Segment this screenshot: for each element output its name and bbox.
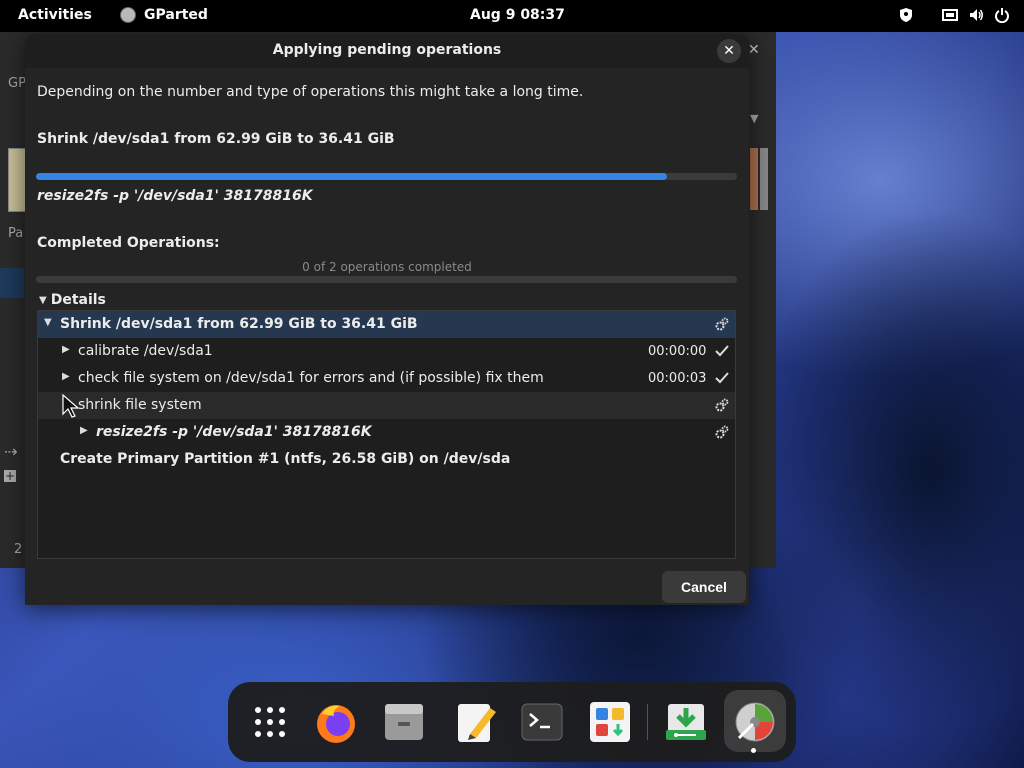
tree-row-step[interactable]: ▼ shrink file system: [38, 392, 735, 419]
firefox-icon[interactable]: [314, 700, 358, 744]
selected-row-fragment: [0, 268, 24, 298]
dropdown-arrow-icon[interactable]: ▼: [750, 112, 758, 125]
dock-separator: [647, 704, 648, 740]
partition-graphic-left: [8, 148, 26, 212]
app-name: GParted: [144, 7, 208, 23]
pending-count-fragment: 2: [14, 542, 23, 557]
mouse-pointer-icon: [62, 394, 80, 418]
tree-row-step[interactable]: ▶ check file system on /dev/sda1 for err…: [38, 365, 735, 392]
system-tray[interactable]: [898, 7, 1010, 23]
current-operation-progress: [36, 173, 737, 180]
running-gears-icon: [714, 397, 730, 417]
success-check-icon: [714, 370, 730, 390]
tree-row-operation[interactable]: ▼ Shrink /dev/sda1 from 62.99 GiB to 36.…: [38, 311, 735, 338]
tree-row-label: Shrink /dev/sda1 from 62.99 GiB to 36.41…: [60, 316, 418, 332]
details-label: Details: [50, 292, 106, 308]
cancel-button[interactable]: Cancel: [662, 571, 746, 603]
close-icon: ✕: [723, 43, 735, 59]
dialog-header: Applying pending operations ✕: [25, 34, 749, 68]
new-partition-icon[interactable]: +: [4, 470, 16, 482]
running-gears-icon: [714, 316, 730, 336]
installer-icon[interactable]: [664, 700, 708, 744]
network-wired-icon[interactable]: [942, 7, 958, 23]
dialog-title: Applying pending operations: [272, 42, 502, 58]
app-grid-icon[interactable]: [248, 700, 292, 744]
expander-right-icon[interactable]: ▶: [62, 344, 70, 355]
details-expander[interactable]: ▼ Details: [39, 292, 106, 308]
files-icon[interactable]: [382, 700, 426, 744]
scrollbar-fragment: [760, 148, 768, 210]
tree-row-operation[interactable]: Create Primary Partition #1 (ntfs, 26.58…: [38, 446, 735, 473]
running-gears-icon: [714, 424, 730, 444]
dialog-close-button[interactable]: ✕: [717, 39, 741, 63]
text-editor-icon[interactable]: [454, 700, 498, 744]
current-operation-label: Shrink /dev/sda1 from 62.99 GiB to 36.41…: [37, 131, 395, 147]
expander-right-icon[interactable]: ▶: [62, 371, 70, 382]
running-indicator: [751, 748, 756, 753]
tree-row-label: check file system on /dev/sda1 for error…: [78, 370, 544, 386]
gparted-app-icon: [120, 7, 136, 23]
dialog-description: Depending on the number and type of oper…: [37, 84, 584, 100]
main-window-close-icon[interactable]: ✕: [748, 42, 760, 58]
current-command: resize2fs -p '/dev/sda1' 38178816K: [37, 188, 313, 204]
volume-icon[interactable]: [968, 7, 984, 23]
software-icon[interactable]: [588, 700, 632, 744]
expander-right-icon[interactable]: ▶: [80, 425, 88, 436]
dock: [228, 682, 796, 762]
expander-down-icon[interactable]: ▼: [44, 317, 52, 328]
clock[interactable]: Aug 9 08:37: [470, 7, 565, 23]
tree-row-label: shrink file system: [78, 397, 202, 413]
details-tree[interactable]: ▼ Shrink /dev/sda1 from 62.99 GiB to 36.…: [37, 310, 736, 559]
tree-row-label: Create Primary Partition #1 (ntfs, 26.58…: [60, 451, 511, 467]
apply-operations-dialog: Applying pending operations ✕ Depending …: [25, 34, 749, 605]
tree-row-command[interactable]: ▶ resize2fs -p '/dev/sda1' 38178816K: [38, 419, 735, 446]
activities-button[interactable]: Activities: [18, 7, 92, 23]
tree-row-label: resize2fs -p '/dev/sda1' 38178816K: [96, 424, 372, 440]
gparted-icon[interactable]: [733, 700, 777, 744]
tree-row-label: calibrate /dev/sda1: [78, 343, 213, 359]
top-bar: Activities GParted Aug 9 08:37: [0, 0, 1024, 32]
partition-graphic-right: [750, 148, 758, 210]
tree-row-time: 00:00:03: [648, 371, 707, 386]
column-header-fragment: Pa: [8, 226, 24, 241]
completed-operations-label: Completed Operations:: [37, 235, 220, 251]
apply-arrow-icon[interactable]: ⇢: [4, 442, 17, 461]
success-check-icon: [714, 343, 730, 363]
window-title-fragment: GP: [8, 76, 26, 91]
tree-row-time: 00:00:00: [648, 344, 707, 359]
tree-row-step[interactable]: ▶ calibrate /dev/sda1 00:00:00: [38, 338, 735, 365]
power-icon[interactable]: [994, 7, 1010, 23]
current-operation-progress-fill: [36, 173, 667, 180]
app-menu[interactable]: GParted: [120, 7, 208, 23]
completed-operations-status: 0 of 2 operations completed: [302, 260, 472, 274]
privacy-shield-icon[interactable]: [898, 7, 914, 23]
expander-down-icon: ▼: [39, 294, 47, 306]
terminal-icon[interactable]: [520, 700, 564, 744]
completed-operations-progress: [36, 276, 737, 283]
